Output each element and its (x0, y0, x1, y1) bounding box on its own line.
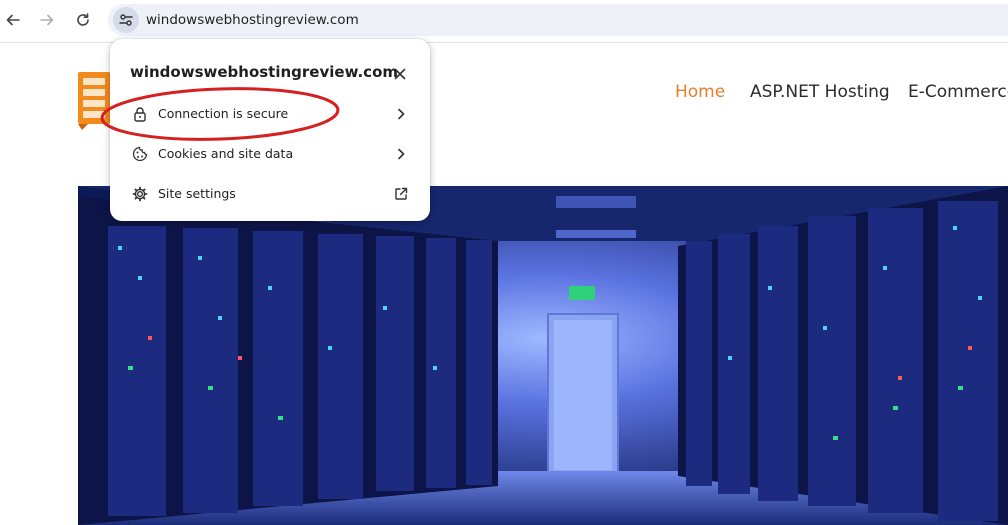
chevron-right-icon (391, 144, 411, 164)
gear-icon (130, 184, 150, 204)
forward-button[interactable] (34, 7, 60, 33)
external-link-icon (391, 184, 411, 204)
browser-toolbar: windowswebhostingreview.com (0, 0, 1008, 43)
connection-security-row[interactable]: Connection is secure (110, 96, 430, 132)
site-settings-row[interactable]: Site settings (110, 176, 430, 212)
back-button[interactable] (0, 7, 26, 33)
connection-security-label: Connection is secure (158, 106, 289, 121)
site-settings-label: Site settings (158, 186, 236, 201)
back-arrow-icon (6, 14, 20, 26)
cookie-icon (130, 144, 150, 164)
site-logo[interactable] (78, 72, 110, 130)
url-text[interactable]: windowswebhostingreview.com (146, 12, 359, 28)
nav-aspnet-hosting[interactable]: ASP.NET Hosting (750, 82, 890, 102)
reload-button[interactable] (70, 7, 96, 33)
forward-arrow-icon (40, 14, 54, 26)
site-info-button[interactable] (113, 7, 139, 33)
popup-site-domain: windowswebhostingreview.com (130, 63, 399, 81)
hero-server-room-image (78, 186, 1008, 525)
cookies-site-data-label: Cookies and site data (158, 146, 294, 161)
close-icon (394, 68, 406, 80)
chevron-right-icon (391, 104, 411, 124)
nav-ecommerce[interactable]: E-Commerce (908, 82, 1008, 102)
tune-icon (119, 14, 133, 26)
address-bar[interactable]: windowswebhostingreview.com (108, 4, 1008, 36)
nav-home[interactable]: Home (675, 82, 725, 102)
popup-close-button[interactable] (389, 63, 411, 85)
cookies-site-data-row[interactable]: Cookies and site data (110, 136, 430, 172)
site-info-popup: windowswebhostingreview.com Connection i… (110, 39, 430, 221)
reload-icon (77, 13, 89, 26)
lock-icon (130, 104, 150, 124)
